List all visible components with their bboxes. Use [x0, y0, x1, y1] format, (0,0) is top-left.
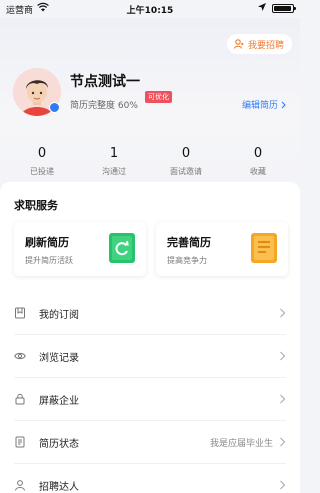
recruit-user-icon: [233, 39, 244, 49]
chevron-right-icon: [281, 101, 286, 108]
recruit-button[interactable]: 我要招聘: [226, 34, 292, 54]
menu-item-resume-status[interactable]: 简历状态 我是应届毕业生: [14, 421, 286, 464]
stat-label: 面试邀请: [170, 167, 202, 176]
menu-item-label: 屏蔽企业: [39, 395, 79, 407]
menu-item-recruiter-expert[interactable]: 招聘达人: [14, 464, 286, 493]
stat-value: 1: [109, 146, 119, 161]
menu-item-label: 简历状态: [39, 438, 79, 450]
service-title: 完善简历: [167, 236, 211, 249]
resume-doc-icon: [251, 233, 277, 263]
chevron-right-icon: [280, 308, 286, 318]
refresh-resume-card[interactable]: 刷新简历 提升简历活跃: [14, 222, 146, 276]
stat-value: 0: [181, 146, 191, 161]
user-badge-icon: [15, 480, 25, 491]
section-title: 求职服务: [14, 199, 58, 212]
recruit-label: 我要招聘: [247, 40, 284, 51]
menu-item-history[interactable]: 浏览记录: [14, 335, 286, 378]
location-arrow-icon: [258, 3, 266, 11]
chevron-right-icon: [280, 437, 286, 447]
chevron-right-icon: [280, 394, 286, 404]
menu-item-blocked-companies[interactable]: 屏蔽企业: [14, 378, 286, 421]
profile-header: 我要招聘 节点测试一 可优化 简历完整度 60% 编辑简历 0 已投递 1 沟通…: [0, 18, 300, 178]
job-services-card: 求职服务 刷新简历 提升简历活跃 完善简历 提高竞争力 我的订阅 浏览记录 屏蔽…: [0, 182, 300, 493]
optimize-tag: 可优化: [145, 91, 172, 103]
avatar-gender-badge: [49, 102, 60, 113]
stats-row: 0 已投递 1 沟通过 0 面试邀请 0 收藏: [0, 146, 300, 177]
bookmark-icon: [15, 307, 25, 319]
menu-item-label: 招聘达人: [39, 481, 79, 493]
resume-status-value: 我是应届毕业生: [209, 438, 273, 449]
stat-label: 沟通过: [102, 167, 126, 176]
service-title: 刷新简历: [25, 236, 69, 249]
resume-completeness: 简历完整度 60%: [70, 101, 138, 111]
complete-resume-card[interactable]: 完善简历 提高竞争力: [156, 222, 288, 276]
edit-resume-link[interactable]: 编辑简历: [242, 98, 286, 111]
stat-value: 0: [37, 146, 47, 161]
stat-favorites[interactable]: 0 收藏: [222, 146, 294, 177]
service-subtitle: 提升简历活跃: [25, 256, 73, 265]
user-name: 节点测试一: [70, 74, 140, 90]
stat-interviews[interactable]: 0 面试邀请: [150, 146, 222, 177]
refresh-icon: [109, 233, 135, 263]
stat-value: 0: [253, 146, 263, 161]
document-icon: [15, 436, 25, 448]
menu-item-subscriptions[interactable]: 我的订阅: [14, 292, 286, 335]
battery-icon: [272, 4, 296, 13]
stat-contacted[interactable]: 1 沟通过: [78, 146, 150, 177]
chevron-right-icon: [280, 480, 286, 490]
status-bar: 运营商 上午10:15: [0, 0, 300, 18]
menu-item-label: 我的订阅: [39, 309, 79, 321]
status-time: 上午10:15: [126, 6, 174, 16]
settings-menu: 我的订阅 浏览记录 屏蔽企业 简历状态 我是应届毕业生 招聘达人: [0, 292, 300, 493]
stat-delivered[interactable]: 0 已投递: [6, 146, 78, 177]
stat-label: 收藏: [250, 167, 266, 176]
eye-icon: [14, 352, 26, 360]
chevron-right-icon: [280, 351, 286, 361]
service-subtitle: 提高竞争力: [167, 256, 207, 265]
stat-label: 已投递: [30, 167, 54, 176]
edit-resume-label: 编辑简历: [241, 101, 278, 111]
lock-icon: [15, 393, 25, 405]
menu-item-label: 浏览记录: [39, 352, 79, 364]
